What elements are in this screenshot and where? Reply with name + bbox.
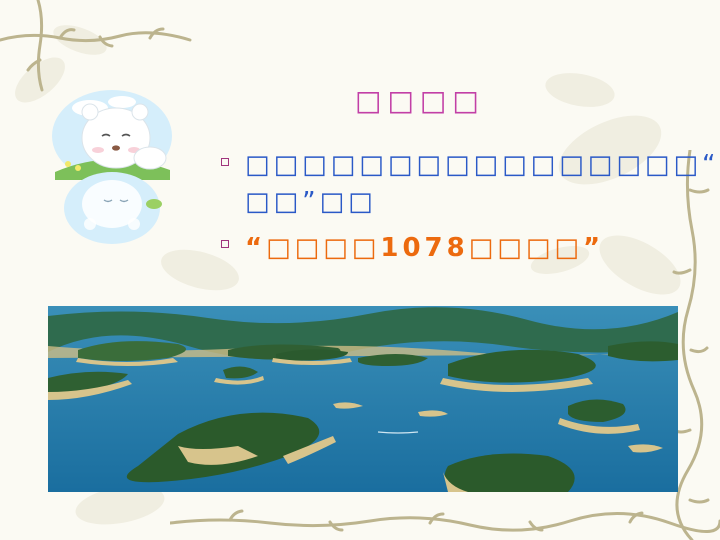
lake-with-islands-image	[48, 306, 678, 492]
bullet-1-line-2: □□”□□	[245, 187, 377, 217]
slide-title: □□□□	[355, 84, 485, 117]
vine-bottom	[170, 509, 720, 533]
polar-bear-cub-icon	[52, 90, 172, 244]
bullet-1-line-1: □□□□□□□□□□□□□□□□“□	[245, 150, 720, 180]
bullet-marker	[221, 240, 229, 248]
bullet-2-text: “□□□□1078□□□□”	[245, 233, 605, 263]
bullet-marker	[221, 158, 229, 166]
